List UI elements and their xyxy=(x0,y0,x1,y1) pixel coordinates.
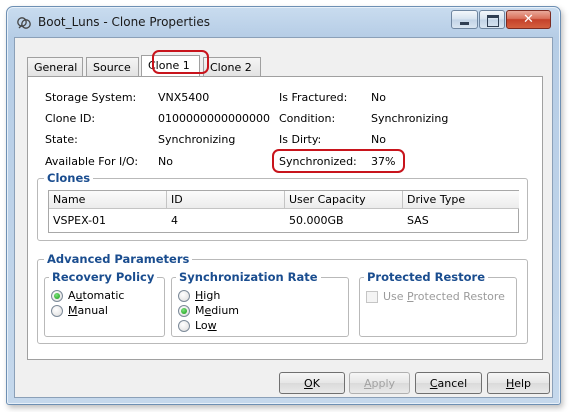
minimize-button[interactable] xyxy=(451,10,478,29)
clones-group-title: Clones xyxy=(44,171,94,185)
cancel-button[interactable]: Cancel xyxy=(415,372,482,394)
clone-id-value: 0100000000000000 xyxy=(158,112,270,125)
cell-id: 4 xyxy=(171,214,178,227)
synchronized-highlight-annotation xyxy=(272,149,405,173)
dialog-client-area: General Source Clone 1 Clone 2 Storage S… xyxy=(14,37,553,398)
tab-highlight-annotation xyxy=(152,50,209,74)
storage-system-value: VNX5400 xyxy=(158,91,210,104)
radio-low-label: Low xyxy=(195,319,217,332)
radio-medium-indicator[interactable] xyxy=(178,305,190,317)
tab-clone-2-label: Clone 2 xyxy=(210,61,252,74)
advanced-parameters-title: Advanced Parameters xyxy=(44,252,193,266)
maximize-button[interactable] xyxy=(479,10,505,29)
tab-general-label: General xyxy=(34,61,78,74)
title-bar[interactable]: Boot_Luns - Clone Properties ✕ xyxy=(7,7,560,37)
storage-system-label: Storage System: xyxy=(45,91,137,104)
clone-1-panel: Storage System: VNX5400 Clone ID: 010000… xyxy=(27,76,543,360)
state-label: State: xyxy=(45,133,78,146)
protected-restore-group: Protected Restore Use Protected Restore xyxy=(359,270,517,337)
state-value: Synchronizing xyxy=(158,133,236,146)
recovery-policy-group: Recovery Policy Automatic Manual xyxy=(44,270,165,337)
tab-general[interactable]: General xyxy=(27,57,83,76)
available-for-io-label: Available For I/O: xyxy=(45,155,139,168)
help-button[interactable]: Help xyxy=(487,372,550,394)
radio-low-indicator[interactable] xyxy=(178,320,190,332)
radio-automatic-label: Automatic xyxy=(68,289,125,302)
is-fractured-value: No xyxy=(371,91,386,104)
clone-properties-window: Boot_Luns - Clone Properties ✕ General S… xyxy=(6,6,561,405)
column-header-drive-type[interactable]: Drive Type xyxy=(403,191,519,209)
clones-table[interactable]: Name ID User Capacity Drive Type VSPEX-0… xyxy=(48,190,519,233)
condition-value: Synchronizing xyxy=(371,112,449,125)
synchronization-rate-title: Synchronization Rate xyxy=(176,270,321,284)
radio-automatic-indicator[interactable] xyxy=(51,290,63,302)
radio-medium-label: Medium xyxy=(195,304,240,317)
cell-user-capacity: 50.000GB xyxy=(289,214,344,227)
synchronization-rate-group: Synchronization Rate High Medium Low xyxy=(171,270,349,337)
window-title: Boot_Luns - Clone Properties xyxy=(38,15,211,29)
column-header-user-capacity[interactable]: User Capacity xyxy=(285,191,403,209)
clone-app-icon xyxy=(17,17,31,29)
column-header-name[interactable]: Name xyxy=(49,191,167,209)
use-protected-restore-checkbox[interactable] xyxy=(366,291,378,303)
close-button[interactable]: ✕ xyxy=(506,10,551,29)
tab-clone-2[interactable]: Clone 2 xyxy=(203,57,261,76)
is-dirty-value: No xyxy=(371,133,386,146)
advanced-parameters-group: Advanced Parameters Recovery Policy Auto… xyxy=(37,252,528,344)
is-fractured-label: Is Fractured: xyxy=(279,91,348,104)
column-header-id[interactable]: ID xyxy=(167,191,285,209)
apply-button[interactable]: Apply xyxy=(349,372,410,394)
is-dirty-label: Is Dirty: xyxy=(279,133,322,146)
radio-manual-label: Manual xyxy=(68,304,108,317)
recovery-policy-title: Recovery Policy xyxy=(49,270,158,284)
protected-restore-title: Protected Restore xyxy=(364,270,489,284)
tab-source-label: Source xyxy=(93,61,131,74)
available-for-io-value: No xyxy=(158,155,173,168)
radio-manual-indicator[interactable] xyxy=(51,305,63,317)
use-protected-restore-label: Use Protected Restore xyxy=(383,290,505,303)
tab-source[interactable]: Source xyxy=(86,57,139,76)
clone-id-label: Clone ID: xyxy=(45,112,96,125)
radio-high-label: High xyxy=(195,289,221,302)
cell-drive-type: SAS xyxy=(407,214,429,227)
clones-group: Clones Name ID User Capacity Drive Type … xyxy=(37,171,528,241)
close-icon: ✕ xyxy=(523,12,534,27)
cell-name: VSPEX-01 xyxy=(53,214,107,227)
ok-button[interactable]: OK xyxy=(279,372,345,394)
radio-high-indicator[interactable] xyxy=(178,290,190,302)
condition-label: Condition: xyxy=(279,112,336,125)
